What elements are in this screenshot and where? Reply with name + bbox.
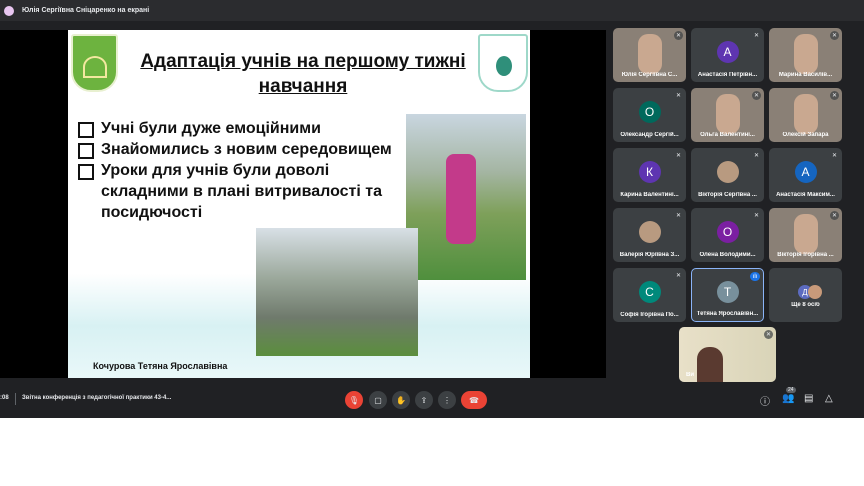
mic-off-icon: ✕ bbox=[752, 31, 761, 40]
presentation-banner: Юлія Сергіївна Сніцаренко на екрані bbox=[0, 0, 864, 21]
participant-tile[interactable]: К ✕ Карина Валентині... bbox=[613, 148, 686, 202]
mic-off-icon: ✕ bbox=[674, 31, 683, 40]
participant-name: Марина Василів... bbox=[778, 72, 833, 78]
meeting-title[interactable]: Звітна конференція з педагогічної практи… bbox=[22, 395, 171, 401]
participant-video bbox=[794, 94, 818, 134]
camera-toggle-button[interactable]: ▢ bbox=[369, 391, 387, 409]
participant-name: Софія Ігорівна По... bbox=[620, 312, 679, 318]
participant-avatar: А bbox=[794, 161, 817, 184]
mic-off-icon: ✕ bbox=[752, 211, 761, 220]
bullet: Уроки для учнів були доволі складними в … bbox=[76, 160, 396, 223]
participant-video bbox=[794, 34, 818, 74]
more-participants-tile[interactable]: Д Ще 8 осіб bbox=[769, 268, 842, 322]
participant-name: Олена Володими... bbox=[699, 252, 756, 258]
playground-photo bbox=[406, 114, 526, 280]
participant-tile[interactable]: А ✕ Анастасія Максим... bbox=[769, 148, 842, 202]
info-icon[interactable]: ⓘ bbox=[760, 393, 770, 408]
end-call-button[interactable]: ☎ bbox=[461, 391, 487, 409]
participant-avatar: А bbox=[716, 41, 739, 64]
participant-name: Анастасія Петрівн... bbox=[697, 72, 758, 78]
chat-icon[interactable]: ▤ bbox=[804, 393, 813, 404]
shared-slide: Адаптація учнів на першому тижні навчанн… bbox=[68, 30, 530, 378]
slide-author: Кочурова Тетяна Ярославівна bbox=[93, 361, 228, 371]
participant-avatar: О bbox=[716, 221, 739, 244]
self-name: Ви bbox=[686, 372, 695, 378]
participant-name: Вікторія СергЇвна ... bbox=[698, 192, 757, 198]
participant-tile[interactable]: ✕ Юлія Сергіївна С... bbox=[613, 28, 686, 82]
mic-off-icon: ✕ bbox=[674, 271, 683, 280]
bullet: Знайомились з новим середовищем bbox=[76, 139, 396, 160]
participant-avatar: О bbox=[638, 101, 661, 124]
mic-off-icon: ✕ bbox=[752, 151, 761, 160]
meet-window: Юлія Сергіївна Сніцаренко на екрані Адап… bbox=[0, 0, 864, 418]
more-options-button[interactable]: ⋮ bbox=[438, 391, 456, 409]
participant-name: Анастасія Максим... bbox=[776, 192, 835, 198]
presenter-text: Юлія Сергіївна Сніцаренко на екрані bbox=[22, 7, 150, 14]
bullet: Учні були дуже емоційними bbox=[76, 118, 396, 139]
mic-toggle-button[interactable]: 🎙 bbox=[345, 391, 363, 409]
participant-tile[interactable]: ✕ Олексій Запара bbox=[769, 88, 842, 142]
self-tile[interactable]: ✕ Ви bbox=[679, 327, 776, 382]
participant-tile[interactable]: О ✕ Олена Володими... bbox=[691, 208, 764, 262]
participant-avatar: Т bbox=[716, 281, 739, 304]
bottom-bar: :08 Звітна конференція з педагогічної пр… bbox=[0, 383, 864, 417]
participant-tile[interactable]: ✕ Марина Василів... bbox=[769, 28, 842, 82]
participant-tile[interactable]: Тılı Тетяна Ярославівн... bbox=[691, 268, 764, 322]
more-avatar-photo bbox=[808, 285, 822, 300]
mic-off-icon: ✕ bbox=[674, 91, 683, 100]
university-logo bbox=[71, 34, 118, 92]
clock: :08 bbox=[0, 395, 9, 401]
participant-tile[interactable]: С ✕ Софія Ігорівна По... bbox=[613, 268, 686, 322]
participant-name: Карина Валентині... bbox=[620, 192, 679, 198]
participant-tile[interactable]: ✕ Вікторія СергЇвна ... bbox=[691, 148, 764, 202]
presenter-avatar bbox=[4, 5, 14, 16]
mic-off-icon: ✕ bbox=[830, 91, 839, 100]
mic-off-icon: ✕ bbox=[764, 330, 773, 339]
activities-icon[interactable]: △ bbox=[825, 393, 833, 404]
participant-name: Тетяна Ярославівн... bbox=[696, 311, 759, 317]
raise-hand-button[interactable]: ✋ bbox=[392, 391, 410, 409]
participant-name: Олександр Сергій... bbox=[620, 132, 679, 138]
participant-tile[interactable]: А ✕ Анастасія Петрівн... bbox=[691, 28, 764, 82]
participant-name: Валерія Юріївна З... bbox=[619, 252, 680, 258]
students-photo bbox=[256, 228, 418, 356]
participant-avatar: С bbox=[638, 281, 661, 304]
participant-photo bbox=[638, 221, 661, 244]
participant-tile[interactable]: ✕ Ольга Валентині... bbox=[691, 88, 764, 142]
participant-name: Ольга Валентині... bbox=[700, 132, 755, 138]
mic-off-icon: ✕ bbox=[752, 91, 761, 100]
participant-photo bbox=[716, 161, 739, 184]
mic-off-icon: ✕ bbox=[830, 151, 839, 160]
slide-title: Адаптація учнів на першому тижні навчанн… bbox=[140, 51, 466, 97]
divider bbox=[15, 393, 16, 405]
mic-off-icon: ✕ bbox=[830, 31, 839, 40]
present-button[interactable]: ⇪ bbox=[415, 391, 433, 409]
participant-name: Олексій Запара bbox=[782, 132, 829, 138]
universum-logo bbox=[478, 34, 528, 92]
slide-bullets: Учні були дуже емоційними Знайомились з … bbox=[76, 118, 396, 223]
participant-tile[interactable]: О ✕ Олександр Сергій... bbox=[613, 88, 686, 142]
participant-tile[interactable]: ✕ Вікторія Ігорівна ... bbox=[769, 208, 842, 262]
participant-tile[interactable]: ✕ Валерія Юріївна З... bbox=[613, 208, 686, 262]
mic-off-icon: ✕ bbox=[674, 211, 683, 220]
participant-video bbox=[716, 94, 740, 134]
speaking-icon: ılı bbox=[750, 272, 760, 281]
participant-name: Вікторія Ігорівна ... bbox=[777, 252, 834, 258]
people-icon[interactable]: 👥 bbox=[782, 393, 794, 404]
mic-off-icon: ✕ bbox=[830, 211, 839, 220]
participant-avatar: К bbox=[638, 161, 661, 184]
participant-name: Юлія Сергіївна С... bbox=[621, 72, 678, 78]
participant-video bbox=[638, 34, 662, 74]
more-label: Ще 8 осіб bbox=[791, 302, 820, 308]
participant-video bbox=[794, 214, 818, 254]
mic-off-icon: ✕ bbox=[674, 151, 683, 160]
